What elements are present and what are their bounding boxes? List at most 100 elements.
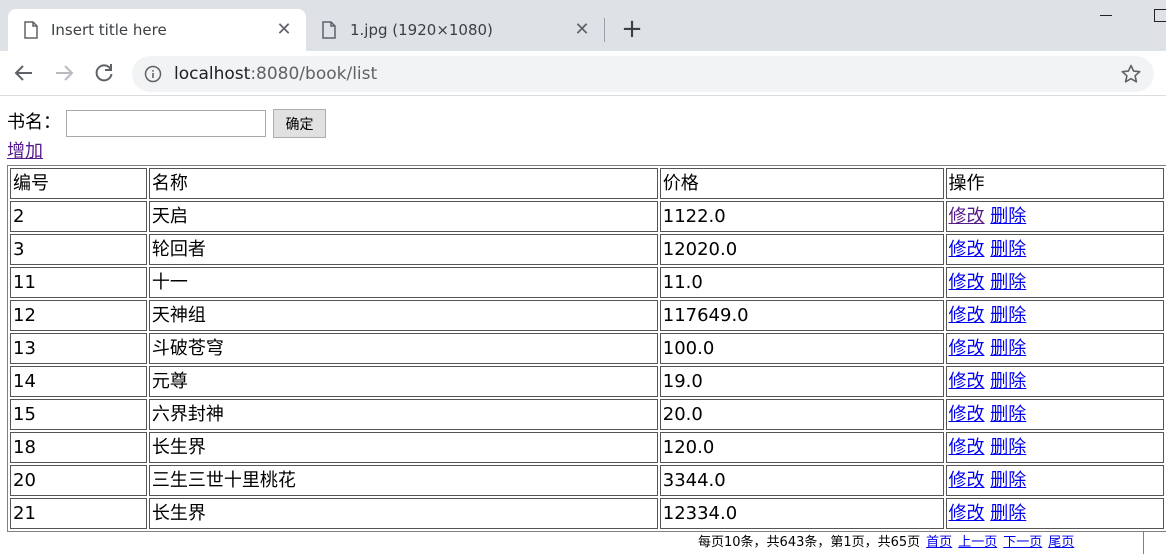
book-name-input[interactable] [66, 110, 266, 137]
cell-operation: 修改 删除 [945, 399, 1164, 430]
tab-insert-title[interactable]: Insert title here ✕ [8, 9, 306, 51]
cell-operation: 修改 删除 [945, 201, 1164, 232]
book-name-label: 书名： [7, 112, 61, 133]
edit-link[interactable]: 修改 [949, 371, 985, 392]
cell-operation: 修改 删除 [945, 498, 1164, 529]
cell-name: 三生三世十里桃花 [148, 465, 658, 496]
edit-link[interactable]: 修改 [949, 470, 985, 491]
cell-id: 15 [10, 399, 147, 430]
cell-name: 天启 [148, 201, 658, 232]
page-content: 书名： 确定 增加 编号 名称 价格 操作 2 天启 1122.0 修改 删除 3 轮回者… [0, 97, 1166, 554]
delete-link[interactable]: 删除 [990, 305, 1026, 326]
delete-link[interactable]: 删除 [990, 206, 1026, 227]
header-price: 价格 [659, 168, 944, 199]
cell-id: 18 [10, 432, 147, 463]
cell-operation: 修改 删除 [945, 366, 1164, 397]
delete-link[interactable]: 删除 [990, 437, 1026, 458]
cell-price: 20.0 [659, 399, 944, 430]
pagination-border [1143, 531, 1166, 554]
edit-link[interactable]: 修改 [949, 272, 985, 293]
cell-price: 12020.0 [659, 234, 944, 265]
table-row: 13 斗破苍穹 100.0 修改 删除 [10, 333, 1164, 364]
table-row: 3 轮回者 12020.0 修改 删除 [10, 234, 1164, 265]
delete-link[interactable]: 删除 [990, 239, 1026, 260]
url-host: localhost [174, 64, 251, 84]
cell-id: 2 [10, 201, 147, 232]
delete-link[interactable]: 删除 [990, 404, 1026, 425]
back-button[interactable] [12, 61, 36, 85]
book-table-body: 编号 名称 价格 操作 2 天启 1122.0 修改 删除 3 轮回者 12020.0 修改 … [10, 168, 1164, 529]
reload-button[interactable] [92, 61, 116, 85]
pagination: 每页10条，共643条，第1页，共65页 首页 上一页 下一页 尾页 [698, 534, 1074, 552]
delete-link[interactable]: 删除 [990, 470, 1026, 491]
confirm-button[interactable]: 确定 [273, 109, 326, 138]
edit-link[interactable]: 修改 [949, 206, 985, 227]
edit-link[interactable]: 修改 [949, 503, 985, 524]
document-icon [24, 21, 38, 39]
close-icon[interactable]: ✕ [274, 20, 294, 40]
new-tab-icon[interactable]: + [618, 16, 646, 44]
header-operation: 操作 [945, 168, 1164, 199]
table-row: 11 十一 11.0 修改 删除 [10, 267, 1164, 298]
cell-price: 1122.0 [659, 201, 944, 232]
cell-price: 100.0 [659, 333, 944, 364]
delete-link[interactable]: 删除 [990, 503, 1026, 524]
delete-link[interactable]: 删除 [990, 371, 1026, 392]
maximize-icon[interactable] [1150, 4, 1166, 24]
edit-link[interactable]: 修改 [949, 305, 985, 326]
document-icon [322, 21, 336, 39]
first-page-link[interactable]: 首页 [926, 535, 952, 550]
table-row: 20 三生三世十里桃花 3344.0 修改 删除 [10, 465, 1164, 496]
cell-id: 14 [10, 366, 147, 397]
arrow-right-icon [56, 65, 74, 81]
cell-operation: 修改 删除 [945, 465, 1164, 496]
tab-title: Insert title here [51, 21, 167, 39]
cell-name: 六界封神 [148, 399, 658, 430]
cell-price: 19.0 [659, 366, 944, 397]
address-bar[interactable]: localhost:8080/book/list [132, 56, 1154, 92]
table-row: 12 天神组 117649.0 修改 删除 [10, 300, 1164, 331]
add-book-link[interactable]: 增加 [7, 141, 43, 163]
minimize-icon[interactable] [1096, 4, 1116, 24]
cell-id: 12 [10, 300, 147, 331]
cell-operation: 修改 删除 [945, 234, 1164, 265]
cell-price: 120.0 [659, 432, 944, 463]
prev-page-link[interactable]: 上一页 [958, 535, 997, 550]
delete-link[interactable]: 删除 [990, 338, 1026, 359]
browser-toolbar: localhost:8080/book/list [0, 51, 1166, 96]
table-row: 18 长生界 120.0 修改 删除 [10, 432, 1164, 463]
cell-price: 117649.0 [659, 300, 944, 331]
bookmark-star-icon[interactable] [1120, 63, 1142, 85]
next-page-link[interactable]: 下一页 [1003, 535, 1042, 550]
cell-name: 天神组 [148, 300, 658, 331]
edit-link[interactable]: 修改 [949, 437, 985, 458]
book-table: 编号 名称 价格 操作 2 天启 1122.0 修改 删除 3 轮回者 12020.0 修改 … [7, 165, 1166, 532]
cell-id: 21 [10, 498, 147, 529]
reload-icon [95, 64, 113, 82]
info-icon[interactable] [144, 65, 162, 83]
table-row: 2 天启 1122.0 修改 删除 [10, 201, 1164, 232]
arrow-left-icon [14, 65, 32, 81]
cell-name: 元尊 [148, 366, 658, 397]
cell-id: 11 [10, 267, 147, 298]
cell-operation: 修改 删除 [945, 267, 1164, 298]
cell-name: 轮回者 [148, 234, 658, 265]
edit-link[interactable]: 修改 [949, 338, 985, 359]
table-header-row: 编号 名称 价格 操作 [10, 168, 1164, 199]
cell-price: 11.0 [659, 267, 944, 298]
close-icon[interactable]: ✕ [572, 20, 592, 40]
cell-name: 长生界 [148, 498, 658, 529]
cell-price: 3344.0 [659, 465, 944, 496]
cell-operation: 修改 删除 [945, 333, 1164, 364]
cell-operation: 修改 删除 [945, 300, 1164, 331]
edit-link[interactable]: 修改 [949, 239, 985, 260]
forward-button[interactable] [52, 61, 76, 85]
url-text: localhost:8080/book/list [174, 64, 377, 84]
delete-link[interactable]: 删除 [990, 272, 1026, 293]
cell-operation: 修改 删除 [945, 432, 1164, 463]
edit-link[interactable]: 修改 [949, 404, 985, 425]
cell-id: 3 [10, 234, 147, 265]
tab-image[interactable]: 1.jpg (1920×1080) ✕ [308, 9, 604, 51]
tab-title: 1.jpg (1920×1080) [350, 21, 493, 39]
last-page-link[interactable]: 尾页 [1048, 535, 1074, 550]
